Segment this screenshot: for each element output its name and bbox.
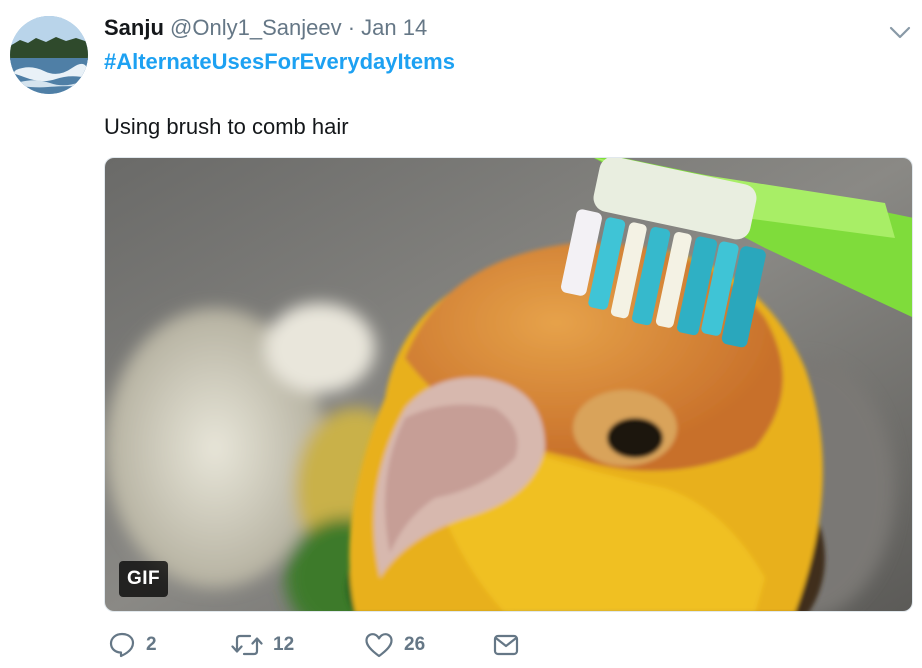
media-gif[interactable]: GIF <box>104 157 913 612</box>
hashtag-link[interactable]: #AlternateUsesForEverydayItems <box>104 48 455 76</box>
display-name[interactable]: Sanju <box>104 15 164 40</box>
tweet-text: Using brush to comb hair <box>104 114 349 139</box>
gif-badge: GIF <box>119 561 169 597</box>
tweet-date[interactable]: Jan 14 <box>361 15 427 40</box>
chevron-down-icon[interactable] <box>886 22 914 42</box>
message-icon <box>492 631 520 659</box>
retweet-count: 12 <box>273 634 295 655</box>
reply-count: 2 <box>146 634 157 655</box>
avatar[interactable] <box>10 16 88 94</box>
reply-button[interactable]: 2 <box>108 628 157 662</box>
tweet-header: Sanju @Only1_Sanjeev · Jan 14 <box>104 14 427 42</box>
gif-image <box>105 158 912 611</box>
reply-icon <box>108 631 136 659</box>
user-handle[interactable]: @Only1_Sanjeev <box>170 15 342 40</box>
direct-message-button[interactable] <box>492 628 520 662</box>
retweet-button[interactable]: 12 <box>231 628 294 662</box>
heart-icon <box>364 631 394 659</box>
separator-dot: · <box>347 15 356 40</box>
like-button[interactable]: 26 <box>364 628 425 662</box>
retweet-icon <box>231 631 263 659</box>
like-count: 26 <box>404 634 426 655</box>
